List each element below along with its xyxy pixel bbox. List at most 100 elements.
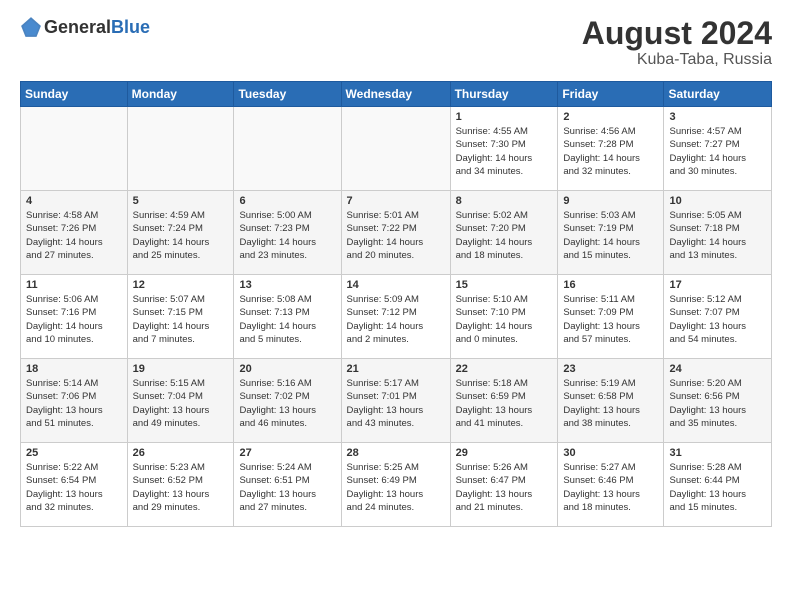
calendar-day-cell: 25 Sunrise: 5:22 AMSunset: 6:54 PMDayligh…	[21, 443, 128, 527]
calendar-day-cell: 12Sunrise: 5:07 AMSunset: 7:15 PMDayligh…	[127, 275, 234, 359]
day-info: Sunrise: 5:16 AMSunset: 7:02 PMDaylight:…	[239, 377, 335, 430]
calendar-day-cell: 5Sunrise: 4:59 AMSunset: 7:24 PMDaylight…	[127, 191, 234, 275]
day-number: 3	[669, 111, 766, 123]
calendar-week-row: 11 Sunrise: 5:06 AMSunset: 7:16 PMDayligh…	[21, 275, 772, 359]
calendar-day-cell: 15 Sunrise: 5:10 AMSunset: 7:10 PMDayligh…	[450, 275, 558, 359]
day-info: Sunrise: 5:10 AMSunset: 7:10 PMDaylight:…	[456, 293, 553, 346]
day-info: Sunrise: 5:05 AMSunset: 7:18 PMDaylight:…	[669, 209, 766, 262]
calendar-day-cell: 27 Sunrise: 5:24 AMSunset: 6:51 PMDayligh…	[234, 443, 341, 527]
day-number: 22	[456, 363, 553, 375]
calendar-day-cell: 21 Sunrise: 5:17 AMSunset: 7:01 PMDayligh…	[341, 359, 450, 443]
calendar-day-cell	[127, 107, 234, 191]
day-number: 20	[239, 363, 335, 375]
day-info: Sunrise: 5:11 AMSunset: 7:09 PMDaylight:…	[563, 293, 658, 346]
day-number: 13	[239, 279, 335, 291]
calendar-week-row: 4 Sunrise: 4:58 AMSunset: 7:26 PMDaylight…	[21, 191, 772, 275]
generalblue-logo-icon	[20, 16, 42, 38]
calendar-day-cell: 11 Sunrise: 5:06 AMSunset: 7:16 PMDayligh…	[21, 275, 128, 359]
day-info: Sunrise: 5:24 AMSunset: 6:51 PMDaylight:…	[239, 461, 335, 514]
weekday-header-wednesday: Wednesday	[341, 82, 450, 107]
weekday-header-thursday: Thursday	[450, 82, 558, 107]
calendar-day-cell: 24 Sunrise: 5:20 AMSunset: 6:56 PMDayligh…	[664, 359, 772, 443]
day-number: 2	[563, 111, 658, 123]
logo-general-text: General	[44, 17, 111, 37]
weekday-header-sunday: Sunday	[21, 82, 128, 107]
day-info: Sunrise: 5:22 AMSunset: 6:54 PMDaylight:…	[26, 461, 122, 514]
calendar-day-cell: 30Sunrise: 5:27 AMSunset: 6:46 PMDayligh…	[558, 443, 664, 527]
calendar-table: SundayMondayTuesdayWednesdayThursdayFrid…	[20, 81, 772, 527]
calendar-day-cell: 13 Sunrise: 5:08 AMSunset: 7:13 PMDayligh…	[234, 275, 341, 359]
weekday-header-tuesday: Tuesday	[234, 82, 341, 107]
day-info: Sunrise: 5:08 AMSunset: 7:13 PMDaylight:…	[239, 293, 335, 346]
day-number: 18	[26, 363, 122, 375]
day-info: Sunrise: 5:19 AMSunset: 6:58 PMDaylight:…	[563, 377, 658, 430]
day-number: 25	[26, 447, 122, 459]
day-info: Sunrise: 5:06 AMSunset: 7:16 PMDaylight:…	[26, 293, 122, 346]
day-number: 6	[239, 195, 335, 207]
calendar-day-cell: 16Sunrise: 5:11 AMSunset: 7:09 PMDayligh…	[558, 275, 664, 359]
day-number: 15	[456, 279, 553, 291]
day-number: 1	[456, 111, 553, 123]
calendar-day-cell: 3 Sunrise: 4:57 AMSunset: 7:27 PMDaylight…	[664, 107, 772, 191]
day-info: Sunrise: 4:59 AMSunset: 7:24 PMDaylight:…	[133, 209, 229, 262]
day-number: 28	[347, 447, 445, 459]
day-number: 12	[133, 279, 229, 291]
calendar-day-cell: 29Sunrise: 5:26 AMSunset: 6:47 PMDayligh…	[450, 443, 558, 527]
day-number: 14	[347, 279, 445, 291]
calendar-day-cell: 1Sunrise: 4:55 AMSunset: 7:30 PMDaylight…	[450, 107, 558, 191]
weekday-header-friday: Friday	[558, 82, 664, 107]
calendar-day-cell: 2 Sunrise: 4:56 AMSunset: 7:28 PMDaylight…	[558, 107, 664, 191]
calendar-day-cell: 20 Sunrise: 5:16 AMSunset: 7:02 PMDayligh…	[234, 359, 341, 443]
day-number: 30	[563, 447, 658, 459]
day-number: 10	[669, 195, 766, 207]
day-number: 7	[347, 195, 445, 207]
day-info: Sunrise: 5:23 AMSunset: 6:52 PMDaylight:…	[133, 461, 229, 514]
calendar-week-row: 25 Sunrise: 5:22 AMSunset: 6:54 PMDayligh…	[21, 443, 772, 527]
day-number: 29	[456, 447, 553, 459]
day-info: Sunrise: 5:00 AMSunset: 7:23 PMDaylight:…	[239, 209, 335, 262]
calendar-day-cell: 26 Sunrise: 5:23 AMSunset: 6:52 PMDayligh…	[127, 443, 234, 527]
day-number: 4	[26, 195, 122, 207]
day-number: 11	[26, 279, 122, 291]
day-number: 17	[669, 279, 766, 291]
day-info: Sunrise: 4:58 AMSunset: 7:26 PMDaylight:…	[26, 209, 122, 262]
day-info: Sunrise: 5:18 AMSunset: 6:59 PMDaylight:…	[456, 377, 553, 430]
day-info: Sunrise: 5:14 AMSunset: 7:06 PMDaylight:…	[26, 377, 122, 430]
day-number: 31	[669, 447, 766, 459]
calendar-day-cell	[234, 107, 341, 191]
calendar-day-cell: 19Sunrise: 5:15 AMSunset: 7:04 PMDayligh…	[127, 359, 234, 443]
weekday-header-saturday: Saturday	[664, 82, 772, 107]
title-block: August 2024 Kuba-Taba, Russia	[582, 16, 772, 69]
calendar-day-cell: 31Sunrise: 5:28 AMSunset: 6:44 PMDayligh…	[664, 443, 772, 527]
day-info: Sunrise: 4:57 AMSunset: 7:27 PMDaylight:…	[669, 125, 766, 178]
calendar-day-cell	[21, 107, 128, 191]
calendar-day-cell: 28 Sunrise: 5:25 AMSunset: 6:49 PMDayligh…	[341, 443, 450, 527]
location-subtitle: Kuba-Taba, Russia	[582, 51, 772, 69]
calendar-day-cell: 23Sunrise: 5:19 AMSunset: 6:58 PMDayligh…	[558, 359, 664, 443]
page: GeneralBlue August 2024 Kuba-Taba, Russi…	[0, 0, 792, 537]
calendar-day-cell: 8Sunrise: 5:02 AMSunset: 7:20 PMDaylight…	[450, 191, 558, 275]
day-info: Sunrise: 5:17 AMSunset: 7:01 PMDaylight:…	[347, 377, 445, 430]
calendar-day-cell: 9Sunrise: 5:03 AMSunset: 7:19 PMDaylight…	[558, 191, 664, 275]
day-info: Sunrise: 5:09 AMSunset: 7:12 PMDaylight:…	[347, 293, 445, 346]
day-number: 27	[239, 447, 335, 459]
day-info: Sunrise: 5:12 AMSunset: 7:07 PMDaylight:…	[669, 293, 766, 346]
header: GeneralBlue August 2024 Kuba-Taba, Russi…	[20, 16, 772, 69]
month-year-title: August 2024	[582, 16, 772, 51]
logo-blue-text: Blue	[111, 17, 150, 37]
weekday-header-monday: Monday	[127, 82, 234, 107]
calendar-week-row: 1Sunrise: 4:55 AMSunset: 7:30 PMDaylight…	[21, 107, 772, 191]
calendar-day-cell	[341, 107, 450, 191]
day-info: Sunrise: 5:20 AMSunset: 6:56 PMDaylight:…	[669, 377, 766, 430]
day-number: 8	[456, 195, 553, 207]
calendar-day-cell: 6 Sunrise: 5:00 AMSunset: 7:23 PMDaylight…	[234, 191, 341, 275]
calendar-day-cell: 7 Sunrise: 5:01 AMSunset: 7:22 PMDaylight…	[341, 191, 450, 275]
weekday-header-row: SundayMondayTuesdayWednesdayThursdayFrid…	[21, 82, 772, 107]
day-number: 26	[133, 447, 229, 459]
day-info: Sunrise: 4:56 AMSunset: 7:28 PMDaylight:…	[563, 125, 658, 178]
day-info: Sunrise: 5:25 AMSunset: 6:49 PMDaylight:…	[347, 461, 445, 514]
calendar-day-cell: 22 Sunrise: 5:18 AMSunset: 6:59 PMDayligh…	[450, 359, 558, 443]
day-number: 24	[669, 363, 766, 375]
day-number: 21	[347, 363, 445, 375]
day-info: Sunrise: 5:01 AMSunset: 7:22 PMDaylight:…	[347, 209, 445, 262]
